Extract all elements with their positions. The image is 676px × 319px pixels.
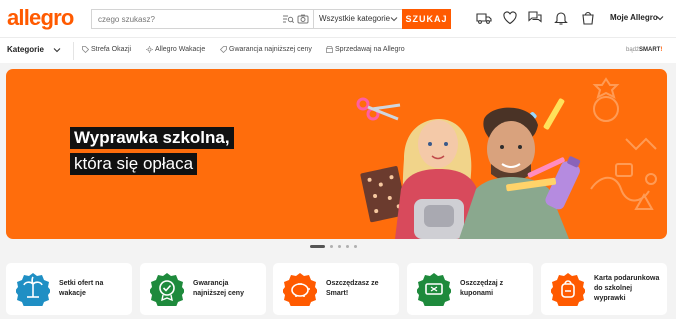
nav-divider	[73, 42, 74, 60]
chevron-down-icon	[656, 16, 664, 21]
feature-card-wakacje[interactable]: Setki ofert na wakacje	[6, 263, 132, 315]
allegro-logo[interactable]: allegro	[7, 6, 74, 30]
price-tag-icon	[220, 46, 227, 53]
carousel-dot[interactable]	[354, 245, 357, 248]
feature-card-label: Oszczędzasz ze Smart!	[326, 280, 379, 297]
list-search-icon[interactable]	[282, 13, 294, 25]
chevron-down-icon	[390, 17, 398, 22]
smart-brand: SMART	[639, 47, 661, 53]
check-badge-icon	[150, 273, 184, 306]
carousel-dot[interactable]	[330, 245, 333, 248]
category-select[interactable]: Wszystkie kategorie	[313, 10, 403, 28]
account-label: Moje Allegro	[610, 13, 658, 22]
search-button[interactable]: SZUKAJ	[402, 9, 451, 29]
carousel-dot[interactable]	[346, 245, 349, 248]
categories-label: Kategorie	[7, 45, 44, 54]
tag-icon	[82, 46, 89, 53]
doodle-pattern	[590, 77, 657, 210]
pencil-illustration	[543, 98, 565, 130]
heart-icon[interactable]	[502, 10, 518, 26]
feature-card-smart[interactable]: Oszczędzasz ze Smart!	[273, 263, 399, 315]
basket-icon[interactable]	[580, 10, 596, 26]
nav-link-label: Strefa Okazji	[91, 46, 132, 53]
palm-tree-icon	[16, 273, 50, 306]
top-header: allegro Wszystkie kategorie SZUKAJ	[0, 0, 676, 37]
nav-link-gwarancja[interactable]: Gwarancja najniższej ceny	[220, 46, 312, 53]
categories-menu[interactable]: Kategorie	[7, 45, 61, 54]
nav-link-label: Gwarancja najniższej ceny	[229, 46, 312, 53]
feature-card-karta[interactable]: Karta podarunkowa do szkolnej wyprawki	[541, 263, 667, 315]
feature-card-label: Setki ofert na wakacje	[59, 280, 104, 297]
nav-link-allegro-wakacje[interactable]: Allegro Wakacje	[146, 46, 206, 53]
scissors-illustration	[356, 97, 401, 121]
category-select-label: Wszystkie kategorie	[319, 14, 391, 23]
hero-title: Wyprawka szkolna,	[70, 127, 234, 149]
smart-prefix: bądź	[626, 47, 640, 53]
nav-link-label: Sprzedawaj na Allegro	[335, 46, 405, 53]
feature-card-kupony[interactable]: Oszczędzaj z kuponami	[407, 263, 533, 315]
hero-banner[interactable]: Wyprawka szkolna, która się opłaca	[6, 69, 667, 239]
hero-subtitle: która się opłaca	[70, 153, 198, 175]
coupon-icon	[417, 273, 451, 306]
main-nav: Kategorie Strefa Okazji Allegro Wakacje …	[0, 37, 676, 63]
feature-card-label: Gwarancja najniższej ceny	[193, 280, 244, 297]
feature-card-label: Karta podarunkowa do szkolnej wyprawki	[594, 275, 660, 302]
search-input[interactable]	[92, 10, 312, 28]
backpack-icon	[551, 273, 585, 306]
store-icon	[326, 46, 333, 53]
bell-icon[interactable]	[553, 10, 569, 26]
carousel-dot-active[interactable]	[310, 245, 325, 248]
nav-link-label: Allegro Wakacje	[155, 46, 206, 53]
chat-icon[interactable]	[527, 10, 543, 26]
piggy-bank-icon	[283, 273, 317, 306]
smart-mark: !	[660, 47, 663, 53]
feature-card-gwarancja[interactable]: Gwarancja najniższej ceny	[140, 263, 266, 315]
chevron-down-icon	[53, 48, 61, 53]
camera-icon[interactable]	[297, 13, 309, 25]
nav-link-sprzedawaj[interactable]: Sprzedawaj na Allegro	[326, 46, 405, 53]
carousel-dot[interactable]	[338, 245, 341, 248]
account-menu[interactable]: Moje Allegro	[610, 13, 664, 22]
nav-link-strefa-okazji[interactable]: Strefa Okazji	[82, 46, 132, 53]
sun-icon	[146, 46, 153, 53]
feature-card-label: Oszczędzaj z kuponami	[460, 280, 504, 297]
smart-badge[interactable]: bądźSMART!	[626, 47, 662, 53]
man-illustration	[459, 107, 569, 239]
search-bar: Wszystkie kategorie SZUKAJ	[91, 9, 451, 29]
delivery-truck-icon[interactable]	[476, 10, 492, 26]
